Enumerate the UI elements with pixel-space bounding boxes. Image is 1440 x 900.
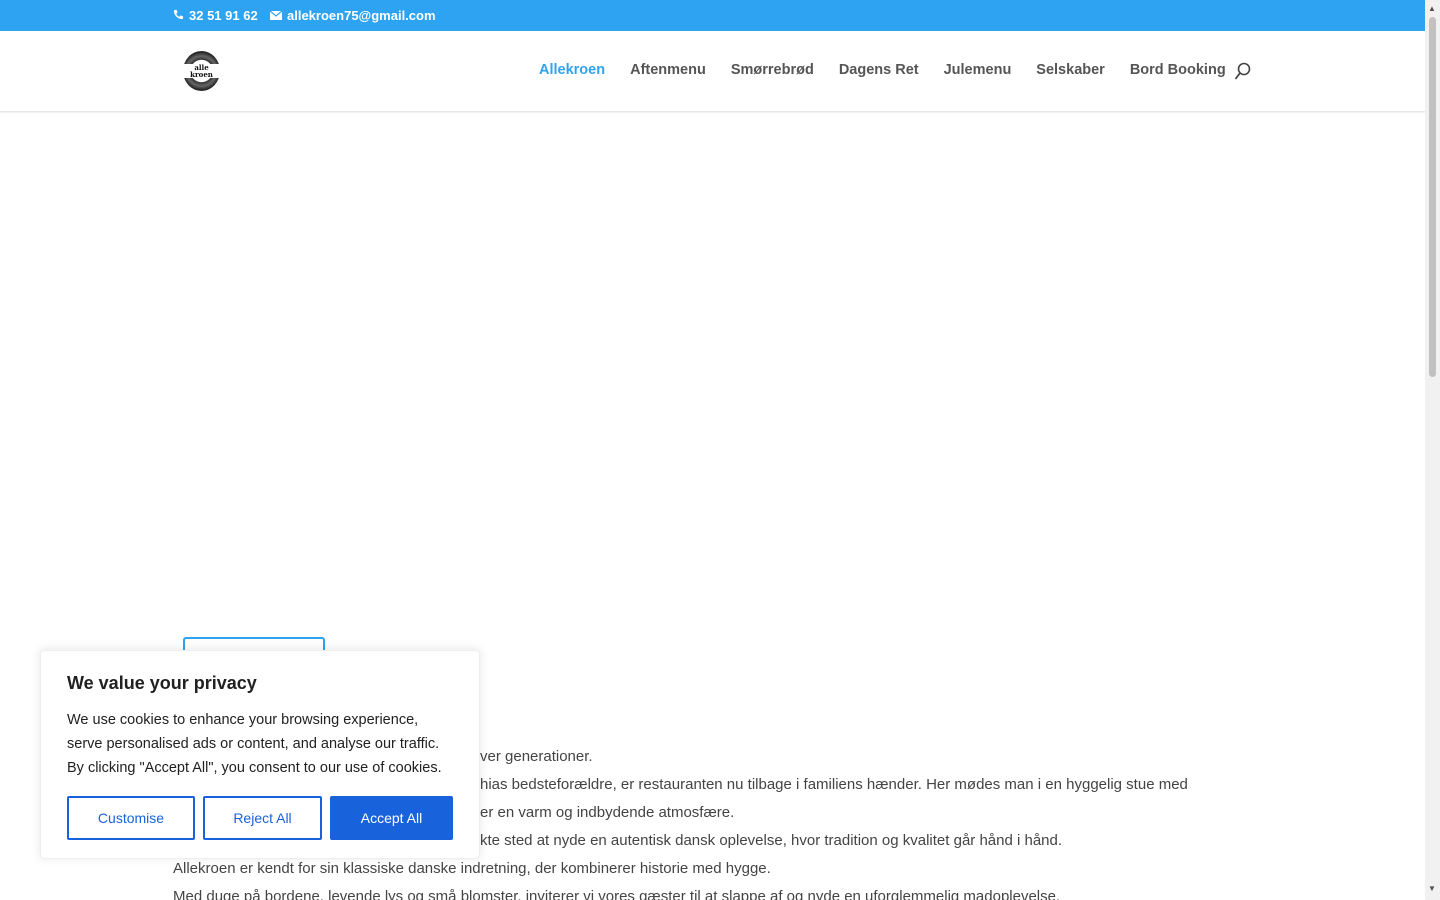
nav-item-selskaber[interactable]: Selskaber — [1036, 62, 1105, 78]
nav-item-aftenmenu[interactable]: Aftenmenu — [630, 62, 706, 78]
nav-item-allekroen[interactable]: Allekroen — [539, 62, 605, 78]
search-icon[interactable] — [1234, 62, 1252, 82]
nav-item-smorrebrod[interactable]: Smørrebrød — [731, 62, 814, 78]
main-nav: Allekroen Aftenmenu Smørrebrød Dagens Re… — [539, 62, 1251, 78]
site-header: alle kroen Allekroen Aftenmenu Smørrebrø… — [0, 31, 1425, 112]
page-scrollbar[interactable]: ▲ ▼ — [1425, 0, 1440, 900]
email-address: allekroen75@gmail.com — [287, 8, 436, 23]
cookie-actions: Customise Reject All Accept All — [67, 796, 453, 840]
scroll-up-icon[interactable]: ▲ — [1428, 4, 1436, 13]
accept-all-button[interactable]: Accept All — [330, 796, 453, 840]
email-contact[interactable]: allekroen75@gmail.com — [269, 8, 436, 23]
content-line: Allekroen er kendt for sin klassiske dan… — [173, 860, 771, 877]
phone-contact[interactable]: 32 51 91 62 — [173, 8, 258, 23]
scrollbar-thumb[interactable] — [1429, 17, 1436, 377]
phone-icon — [173, 8, 184, 23]
cookie-message: We use cookies to enhance your browsing … — [67, 712, 442, 776]
cookie-banner: We value your privacy We use cookies to … — [40, 650, 480, 859]
customise-button[interactable]: Customise — [67, 796, 195, 840]
logo-text: alle kroen — [183, 64, 220, 78]
nav-item-julemenu[interactable]: Julemenu — [944, 62, 1012, 78]
envelope-icon — [269, 8, 283, 23]
nav-item-bord-booking[interactable]: Bord Booking — [1130, 62, 1226, 78]
site-logo[interactable]: alle kroen — [183, 51, 220, 91]
content-line: Med duge på bordene, levende lys og små … — [173, 888, 1061, 900]
reject-all-button[interactable]: Reject All — [203, 796, 322, 840]
nav-item-dagens-ret[interactable]: Dagens Ret — [839, 62, 919, 78]
cookie-title: We value your privacy — [67, 673, 257, 693]
scroll-down-icon[interactable]: ▼ — [1428, 884, 1436, 893]
phone-number: 32 51 91 62 — [189, 8, 258, 23]
top-bar: 32 51 91 62 allekroen75@gmail.com — [0, 0, 1425, 31]
